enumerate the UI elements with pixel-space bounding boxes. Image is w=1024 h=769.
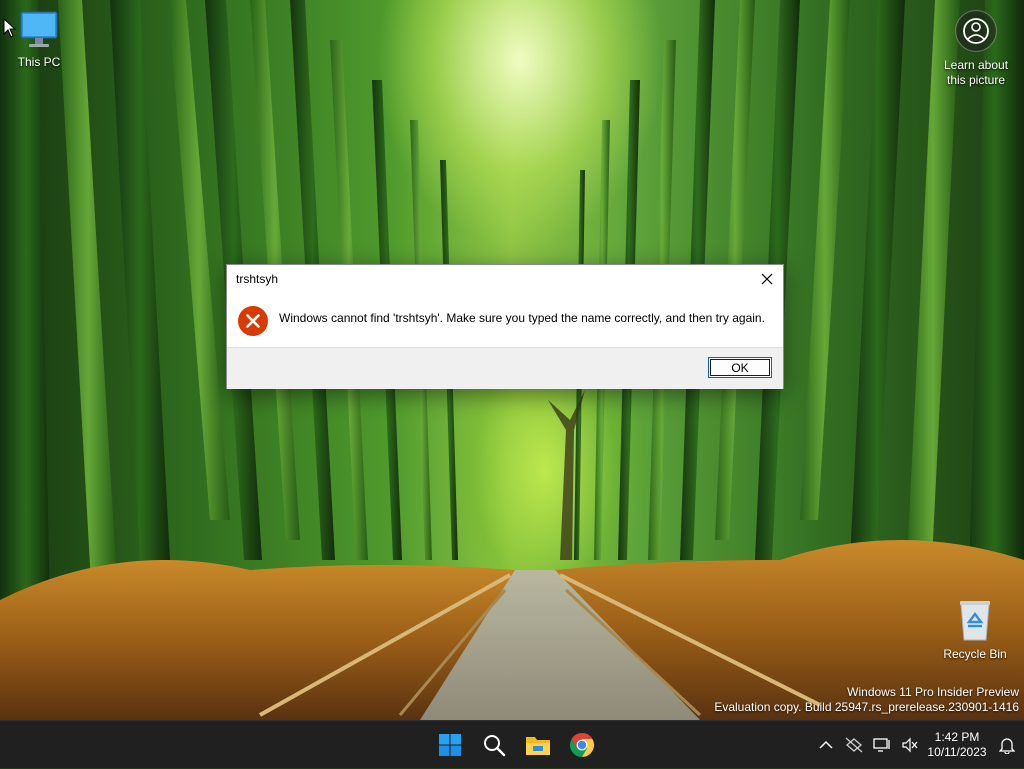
taskbar-apps [432,727,600,763]
clock-time: 1:42 PM [934,730,980,744]
tray-volume-muted[interactable] [896,721,924,769]
close-icon [761,273,773,285]
dialog-title: trshtsyh [236,272,279,286]
computer-monitor-icon [20,11,58,47]
bell-icon [999,738,1015,754]
ok-button[interactable]: OK [708,357,772,378]
search-icon [484,735,506,757]
learn-about-picture[interactable]: Learn about this picture [936,10,1016,88]
chrome-icon [569,733,595,757]
notifications-button[interactable] [990,721,1024,769]
show-hidden-icons-button[interactable] [812,721,840,769]
file-explorer-button[interactable] [520,727,556,763]
dialog-body: Windows cannot find 'trshtsyh'. Make sur… [227,295,783,347]
watermark-line1: Windows 11 Pro Insider Preview [847,685,1019,699]
error-dialog: trshtsyh Windows cannot find 'trshtsyh'.… [226,264,784,389]
camera-lens-icon [955,10,997,52]
recycle-bin-icon [960,601,990,641]
monitor-network-icon [873,738,890,752]
watermark-line2: Evaluation copy. Build 25947.rs_prerelea… [714,700,1019,714]
speaker-muted-icon [902,737,918,753]
mouse-pointer-icon [3,18,17,38]
chevron-up-icon [819,740,833,749]
desktop-icon-label: This PC [17,55,61,69]
dialog-footer: OK [227,347,783,389]
error-icon [238,306,268,336]
tray-display-network[interactable] [868,721,896,769]
dialog-message: Windows cannot find 'trshtsyh'. Make sur… [279,311,765,325]
network-disconnected-icon [845,737,863,753]
desktop-icon-label: Recycle Bin [943,647,1007,661]
folder-icon [526,737,550,755]
close-button[interactable] [751,265,783,293]
learn-about-line2: this picture [946,73,1006,87]
learn-about-line1: Learn about [943,58,1009,72]
taskbar: 1:42 PM 10/11/2023 [0,720,1024,768]
desktop-icon-recycle-bin[interactable]: Recycle Bin [937,598,1013,661]
system-tray: 1:42 PM 10/11/2023 [812,721,1024,769]
start-button[interactable] [432,727,468,763]
taskbar-clock[interactable]: 1:42 PM 10/11/2023 [926,730,988,760]
clock-date: 10/11/2023 [927,745,987,759]
search-button[interactable] [476,727,512,763]
windows-logo-icon [439,734,461,756]
chrome-button[interactable] [564,727,600,763]
tray-network-offline[interactable] [840,721,868,769]
evaluation-watermark: Windows 11 Pro Insider Preview Evaluatio… [714,685,1019,715]
